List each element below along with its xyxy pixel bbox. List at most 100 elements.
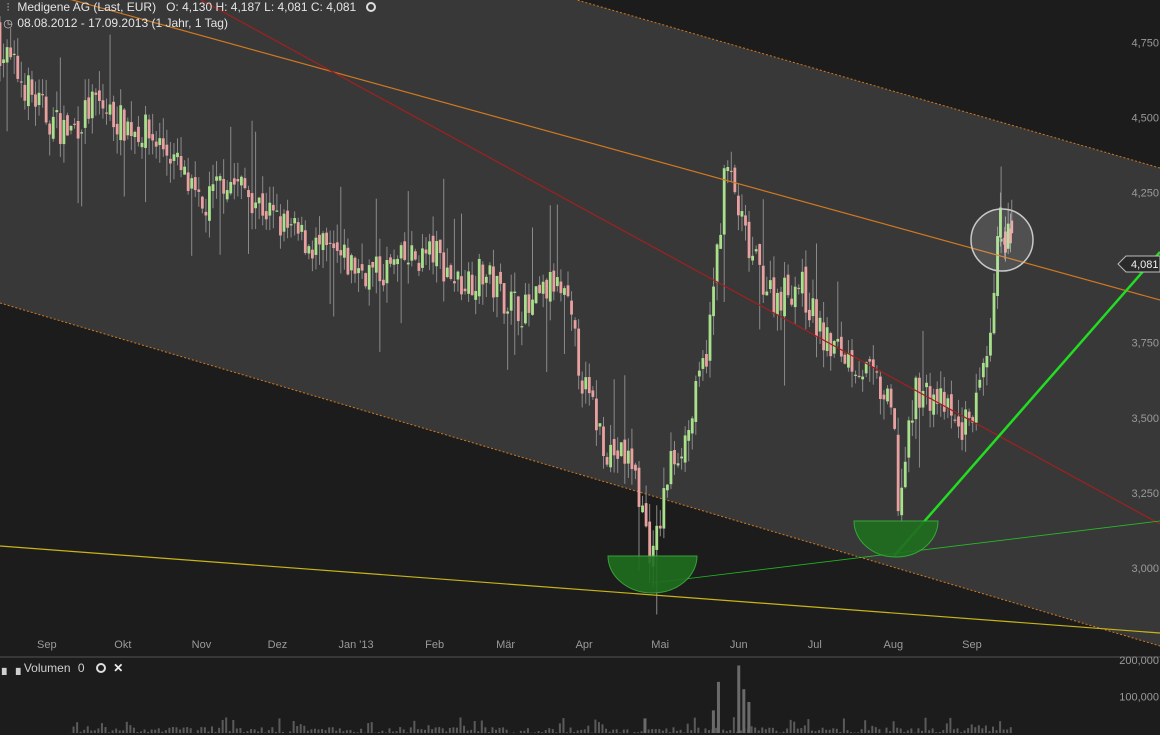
candle-body <box>389 257 392 264</box>
candlestick-icon: ⫶ <box>6 2 10 14</box>
candle-body <box>140 142 144 148</box>
candle-body <box>44 96 48 123</box>
volume-bar <box>431 729 434 733</box>
candle-body <box>662 488 666 529</box>
candle-body <box>538 284 541 294</box>
candle-body <box>247 190 250 198</box>
settings-circle-icon[interactable] <box>95 663 106 673</box>
candle-body <box>101 100 105 109</box>
candle-body <box>385 260 389 284</box>
volume-bar <box>537 731 540 733</box>
candle-body <box>637 467 641 507</box>
volume-bar <box>402 729 405 733</box>
candle-body <box>300 224 304 232</box>
volume-bar <box>76 722 79 733</box>
volume-bar <box>676 730 679 733</box>
settings-circle-icon[interactable] <box>365 2 376 12</box>
volume-bar <box>889 731 892 733</box>
volume-bar <box>409 727 412 733</box>
candle-body <box>98 90 101 101</box>
volume-bar <box>992 726 994 733</box>
volume-bar <box>878 729 881 733</box>
volume-bar <box>519 730 522 733</box>
volume-bar <box>573 732 576 733</box>
volume-bar <box>242 732 245 733</box>
x-tick-label: Aug <box>884 639 904 651</box>
candle-body <box>222 178 226 194</box>
candle-body <box>41 94 44 96</box>
volume-spike-bar <box>747 701 751 733</box>
candle-body <box>208 186 211 221</box>
candle-body <box>786 274 790 296</box>
candle-body <box>825 327 829 351</box>
candle-body <box>353 257 357 274</box>
clock-icon: ◷ <box>3 18 13 30</box>
volume-bar <box>143 729 146 733</box>
volume-bar <box>122 730 125 733</box>
candle-body <box>378 256 382 282</box>
volume-bar <box>938 731 941 733</box>
volume-value: 0 <box>77 661 85 675</box>
candle-body <box>712 286 715 317</box>
candle-body <box>126 121 130 136</box>
candle-body <box>577 328 581 376</box>
volume-bar <box>576 730 579 733</box>
candle-body <box>477 258 481 297</box>
volume-spike-bar <box>643 718 647 733</box>
volume-bar <box>640 731 643 733</box>
candle-body <box>800 271 804 294</box>
candle-body <box>48 123 52 135</box>
volume-bar <box>424 729 426 733</box>
volume-bar <box>867 730 870 733</box>
candle-body <box>552 270 556 292</box>
volume-bar <box>928 730 931 733</box>
candle-body <box>903 461 907 488</box>
candle-body <box>374 256 378 273</box>
volume-bar <box>1009 727 1012 733</box>
candle-body <box>875 371 879 373</box>
candle-body <box>90 91 94 119</box>
candle-body <box>879 376 882 400</box>
chart-svg[interactable]: 5,2505,0004,7504,5004,2504,0003,7503,500… <box>0 0 1160 735</box>
candle-body <box>442 252 446 282</box>
candle-body <box>108 104 112 115</box>
candle-body <box>339 250 343 256</box>
candle-body <box>200 196 204 209</box>
candle-body <box>981 362 985 378</box>
volume-tick-label: 200,000 <box>1119 655 1159 667</box>
volume-bar <box>502 727 505 733</box>
volume-bar <box>548 728 551 733</box>
x-tick-label: Jul <box>808 639 822 651</box>
candle-body <box>229 182 233 194</box>
volume-bar <box>498 727 501 733</box>
volume-bar <box>974 727 977 733</box>
volume-bar <box>399 727 402 733</box>
candle-body <box>27 75 30 107</box>
candle-body <box>587 377 591 394</box>
candle-body <box>193 177 197 191</box>
volume-bar <box>441 728 444 733</box>
volume-bar <box>463 725 466 733</box>
volume-bar <box>218 727 221 733</box>
volume-bar <box>491 727 494 733</box>
volume-bar <box>86 726 89 733</box>
close-icon[interactable]: ✕ <box>113 661 123 675</box>
candle-body <box>818 317 822 332</box>
volume-bar <box>349 729 352 733</box>
volume-bar <box>154 729 157 733</box>
volume-bar <box>810 730 813 733</box>
candle-body <box>133 131 137 138</box>
x-tick-label: Dez <box>268 639 288 651</box>
y-tick-label: 3,000 <box>1131 563 1159 575</box>
candle-body <box>832 341 836 354</box>
volume-bar <box>786 728 789 733</box>
volume-bar <box>356 732 359 733</box>
candle-body <box>307 246 311 254</box>
candle-body <box>76 121 80 139</box>
candle-body <box>158 138 162 146</box>
candle-body <box>950 394 953 416</box>
volume-bar <box>945 723 948 733</box>
volume-bar <box>526 728 529 733</box>
volume-bar <box>693 717 696 733</box>
volume-bar <box>622 729 625 733</box>
